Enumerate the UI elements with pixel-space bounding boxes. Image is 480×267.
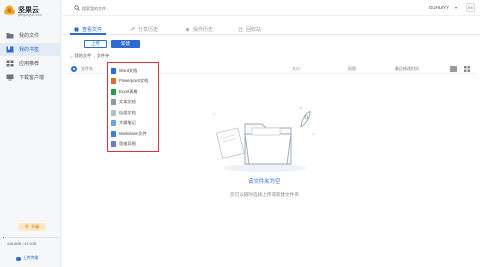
logo-icon — [4, 5, 15, 15]
share-icon — [130, 26, 135, 31]
powerpoint-doc-icon — [111, 77, 116, 84]
monitor-icon — [6, 74, 14, 81]
tab-share-history[interactable]: 分享历史 — [130, 23, 158, 35]
menu-item-outline[interactable]: 大纲笔记 — [111, 118, 136, 127]
sidebar-item-label: 应用推荐 — [19, 61, 40, 67]
menu-item-markdown[interactable]: Markdown文件 — [111, 129, 147, 138]
breadcrumb-separator: › — [93, 53, 95, 59]
markdown-doc-icon — [111, 130, 116, 137]
word-doc-icon — [111, 67, 116, 74]
breadcrumb: ⌂ 我的文件 › 文件夹 — [70, 53, 109, 59]
chevron-down-icon[interactable]: ▾ — [455, 5, 457, 10]
empty-state-title: 该文件夹为空 — [248, 179, 281, 185]
menu-item-label: Markdown文件 — [119, 130, 147, 136]
column-header-name[interactable]: 文件名 — [81, 66, 93, 72]
crown-icon: ♛ — [24, 224, 30, 230]
menu-item-mindmap[interactable]: 思维导图 — [111, 139, 136, 148]
search-input[interactable] — [82, 4, 202, 12]
sidebar-item-label: 下载客户端 — [19, 75, 45, 81]
new-button[interactable]: 新建 — [111, 40, 140, 48]
language-toggle[interactable]: En — [466, 3, 475, 12]
sidebar-item-bookmarks[interactable]: 我的书签 — [0, 43, 61, 56]
app-domain: jianguoyun.com — [18, 13, 42, 17]
bookmark-icon — [6, 46, 14, 53]
list-view-icon[interactable] — [450, 66, 457, 72]
upgrade-label: 升级 — [31, 224, 40, 229]
top-bar: GUHUIYY ▾ En — [62, 0, 480, 16]
sidebar: 坚果云 jianguoyun.com 我的文件 我的书签 应用推荐 下载客户端 … — [0, 0, 61, 267]
upload-transfer-link[interactable]: 上传传输 — [16, 256, 38, 261]
menu-item-label: Excel表格 — [119, 88, 138, 94]
empty-state-subtitle: 您可以随时选择上传或新建文件夹 — [230, 192, 299, 197]
select-all-radio[interactable] — [71, 66, 77, 72]
storage-usage: 446.8MB / 42.0GB — [7, 242, 37, 246]
file-icon — [74, 27, 79, 31]
menu-item-label: 仙部文档 — [119, 109, 136, 115]
column-header-modified[interactable]: 最后修改时间 — [395, 66, 419, 72]
empty-folder-illustration — [213, 107, 314, 172]
menu-item-label: Word文档 — [119, 67, 138, 73]
menu-item-label: Powerpoint文档 — [119, 77, 149, 83]
sidebar-item-download-client[interactable]: 下载客户端 — [0, 71, 61, 84]
new-file-menu: Word文档 Powerpoint文档 Excel表格 文本文档 仙部文档 大纲… — [107, 62, 159, 152]
menu-item-text[interactable]: 文本文档 — [111, 97, 136, 106]
tab-label: 回收站 — [246, 26, 262, 33]
tab-label: 操作历史 — [193, 26, 214, 33]
storage-progress — [3, 237, 58, 238]
grid-view-icon[interactable] — [464, 66, 470, 72]
breadcrumb-item[interactable]: 文件夹 — [97, 53, 110, 59]
tab-operation-history[interactable]: 操作历史 — [185, 23, 213, 35]
outline-note-icon — [111, 119, 116, 126]
menu-item-label: 思维导图 — [119, 140, 136, 146]
user-menu[interactable]: GUHUIYY — [429, 5, 449, 10]
history-icon — [185, 27, 190, 31]
app-logo[interactable]: 坚果云 jianguoyun.com — [4, 3, 60, 19]
upgrade-button[interactable]: ♛ 升级 — [18, 223, 46, 231]
cloud-upload-icon — [16, 256, 21, 261]
mindmap-icon — [111, 140, 116, 147]
home-icon[interactable]: ⌂ — [70, 54, 73, 59]
menu-item-word[interactable]: Word文档 — [111, 66, 137, 75]
sidebar-item-my-files[interactable]: 我的文件 — [0, 29, 61, 42]
menu-item-xianbu[interactable]: 仙部文档 — [111, 108, 136, 117]
breadcrumb-item[interactable]: 我的文件 — [75, 53, 92, 59]
sidebar-item-label: 我的文件 — [19, 33, 40, 39]
column-header-size[interactable]: 大小 — [292, 66, 300, 72]
active-tab-indicator — [70, 33, 106, 35]
excel-sheet-icon — [111, 88, 116, 95]
storage-progress-fill — [3, 237, 5, 238]
folder-icon — [6, 32, 14, 39]
doc-icon — [111, 109, 116, 116]
tab-bar: 查看文件 分享历史 操作历史 回收站 — [62, 19, 480, 35]
search-icon[interactable] — [74, 5, 80, 11]
tab-label: 查看文件 — [82, 26, 103, 33]
menu-item-label: 大纲笔记 — [119, 119, 136, 125]
sidebar-item-apps[interactable]: 应用推荐 — [0, 57, 61, 70]
column-header-permission[interactable]: 权限 — [348, 66, 356, 72]
menu-item-excel[interactable]: Excel表格 — [111, 87, 138, 96]
apps-icon — [6, 60, 14, 67]
tab-recycle-bin[interactable]: 回收站 — [238, 23, 261, 35]
upload-button[interactable]: 上传 — [84, 40, 107, 48]
menu-item-powerpoint[interactable]: Powerpoint文档 — [111, 76, 148, 85]
sidebar-item-label: 我的书签 — [19, 47, 40, 53]
tab-label: 分享历史 — [138, 26, 159, 33]
upload-transfer-label: 上传传输 — [23, 256, 39, 260]
text-doc-icon — [111, 98, 116, 105]
menu-item-label: 文本文档 — [119, 98, 136, 104]
trash-icon — [238, 27, 243, 32]
